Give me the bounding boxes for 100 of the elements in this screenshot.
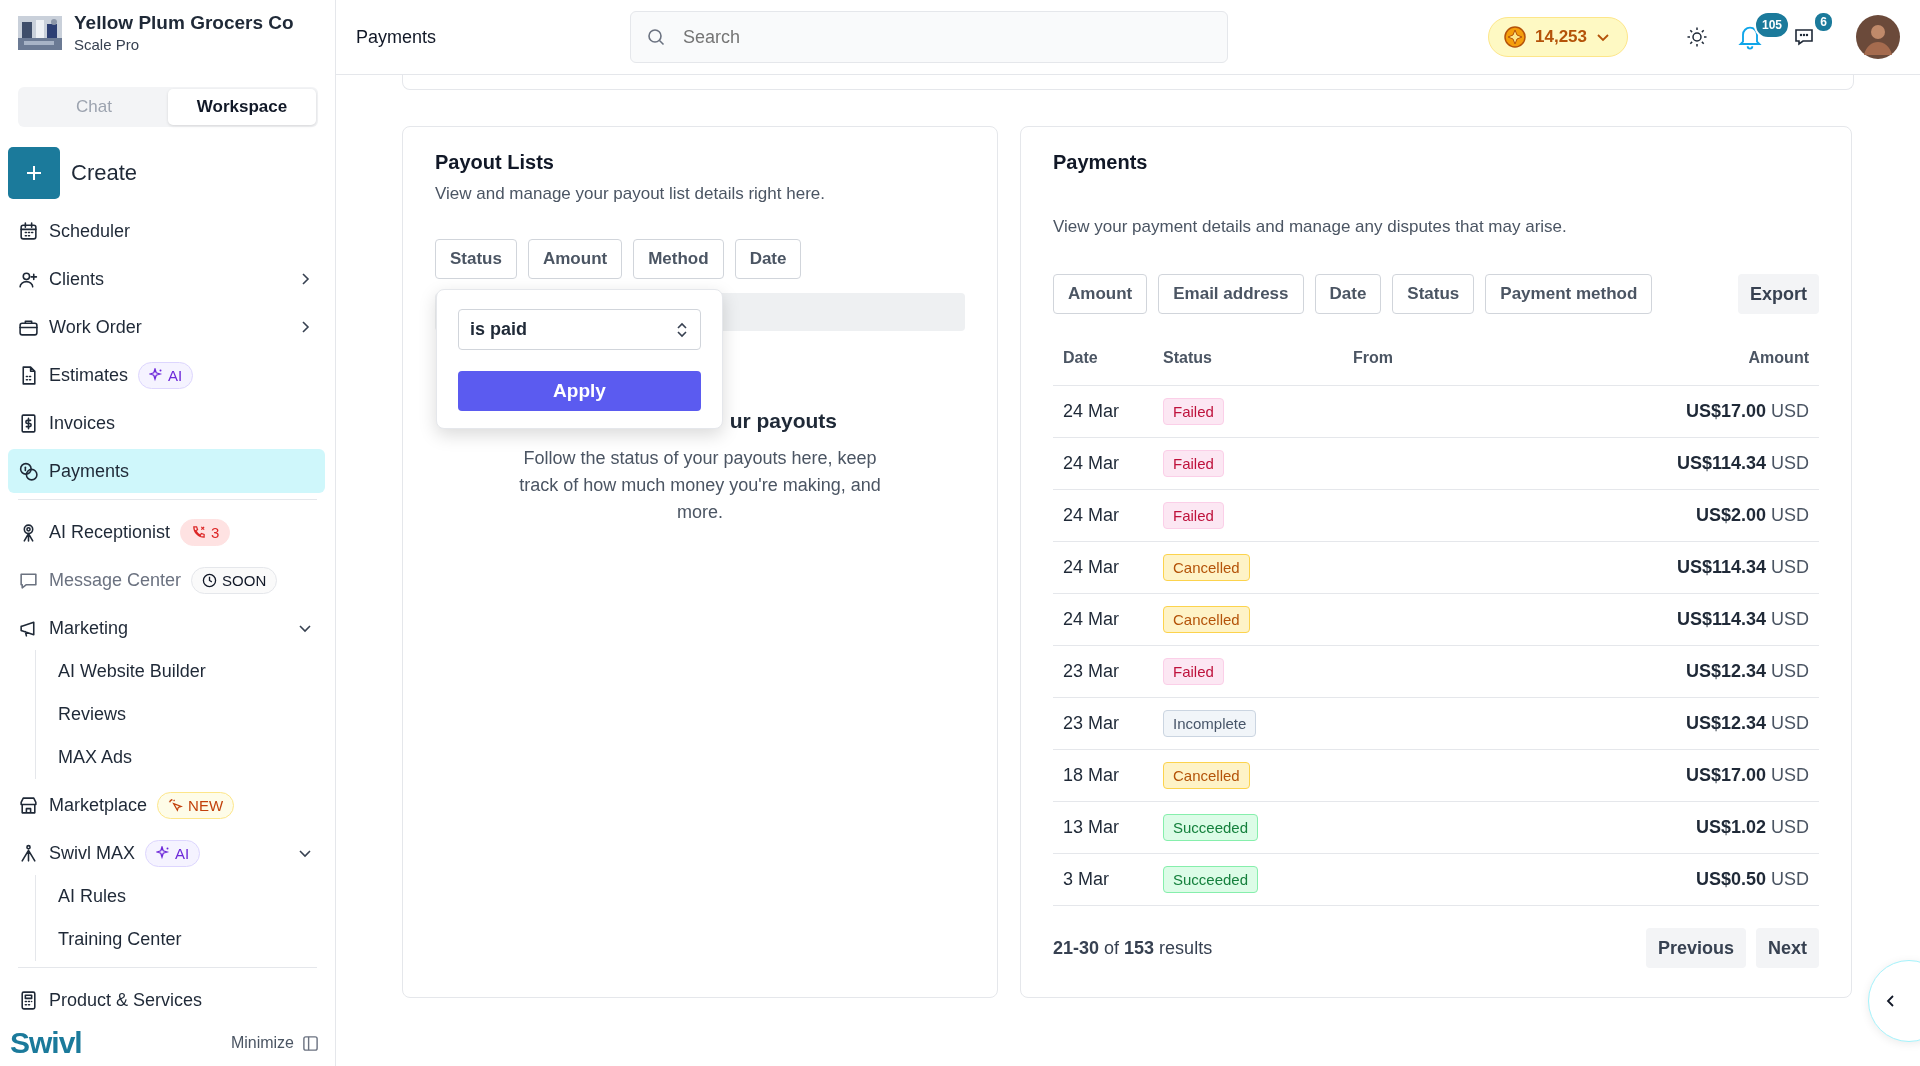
filter-button[interactable]: Date: [1314, 274, 1382, 314]
avatar[interactable]: [1856, 15, 1900, 59]
table-cell: 24 Mar: [1063, 453, 1120, 473]
filter-button[interactable]: Amount: [527, 239, 623, 279]
amount-cell: US$17.00 USD: [1685, 401, 1809, 421]
table-cell: 24 Mar: [1063, 557, 1120, 577]
amount-cell: US$114.34 USD: [1676, 557, 1809, 577]
create-label[interactable]: Create: [71, 160, 138, 186]
status-badge: Succeeded: [1163, 866, 1259, 893]
search-field[interactable]: Search: [630, 11, 1228, 63]
table-cell: 23 Mar: [1063, 661, 1120, 681]
calendar-icon: [18, 220, 39, 242]
menu-badge: AI: [145, 839, 201, 867]
column-header: From: [1343, 349, 1478, 386]
results-summary: 21-30 of 153 results: [1053, 937, 1213, 959]
table-cell: 18 Mar: [1063, 765, 1120, 785]
filter-button[interactable]: Payment method: [1485, 274, 1653, 314]
calculator-icon: [18, 989, 39, 1011]
menu-badge: SOON: [191, 566, 278, 594]
filter-button[interactable]: Status: [435, 239, 517, 279]
sun-icon: [1686, 26, 1708, 48]
status-badge: Failed: [1163, 450, 1224, 477]
amount-cell: US$114.34 USD: [1676, 453, 1809, 473]
sidebar-item[interactable]: Product & Services: [8, 978, 325, 1022]
create-button[interactable]: [8, 147, 60, 199]
status-badge: Failed: [1163, 398, 1224, 425]
brand-logo: Swivl: [10, 1026, 82, 1060]
table-cell: 24 Mar: [1063, 505, 1120, 525]
submenu-item[interactable]: AI Rules: [58, 875, 325, 918]
status-badge: Incomplete: [1163, 710, 1257, 737]
sparkle-icon: [149, 368, 164, 382]
phone-missed-icon: [191, 524, 207, 540]
sidebar-item[interactable]: Clients: [8, 257, 325, 301]
status-select[interactable]: is paid: [458, 309, 701, 350]
sidebar-item[interactable]: Invoices: [8, 401, 325, 445]
notification-count: 105: [1753, 11, 1790, 39]
submenu-item[interactable]: MAX Ads: [58, 736, 325, 779]
column-header: Date: [1053, 349, 1153, 386]
message-count: 6: [1813, 11, 1834, 33]
table-cell: 13 Mar: [1063, 817, 1120, 837]
sidebar-item[interactable]: AI Receptionist 3: [8, 510, 325, 554]
sidebar-item[interactable]: Estimates AI: [8, 353, 325, 397]
amount-cell: US$17.00 USD: [1685, 765, 1809, 785]
table-cell: 23 Mar: [1063, 713, 1120, 733]
filter-button[interactable]: Amount: [1053, 274, 1148, 314]
status-badge: Cancelled: [1163, 606, 1250, 633]
filter-button[interactable]: Date: [734, 239, 802, 279]
previous-button[interactable]: Previous: [1645, 928, 1746, 968]
mode-tab[interactable]: Workspace: [168, 89, 316, 125]
dollar-document-icon: [18, 412, 39, 434]
sidebar-item[interactable]: Payments: [8, 449, 325, 493]
sidebar-panel-icon: [302, 1034, 319, 1052]
submenu-item[interactable]: Training Center: [58, 918, 325, 961]
amount-cell: US$2.00 USD: [1695, 505, 1809, 525]
sidebar-item[interactable]: Work Order: [8, 305, 325, 349]
status-badge: Failed: [1163, 502, 1224, 529]
sort-arrows-icon: [675, 320, 689, 339]
sidebar-item[interactable]: Scheduler: [8, 209, 325, 253]
store-icon: [18, 794, 39, 816]
amount-cell: US$12.34 USD: [1685, 661, 1809, 681]
plan-name: Scale Pro: [74, 36, 141, 53]
table-cell: 24 Mar: [1063, 401, 1120, 421]
amount-cell: US$1.02 USD: [1695, 817, 1809, 837]
menu-badge: 3: [180, 518, 231, 546]
plus-icon: [25, 164, 43, 182]
card-subtitle: View and manage your payout list details right here.: [435, 184, 826, 204]
next-button[interactable]: Next: [1756, 928, 1819, 968]
filter-button[interactable]: Method: [633, 239, 724, 279]
sidebar-item[interactable]: Swivl MAX AI: [8, 831, 325, 875]
empty-state-heading: ur payouts: [729, 409, 837, 433]
table-cell: 3 Mar: [1063, 869, 1109, 889]
submenu-item[interactable]: Reviews: [58, 693, 325, 736]
coins-button[interactable]: 14,253: [1488, 17, 1628, 57]
status-badge: Succeeded: [1163, 814, 1259, 841]
sidebar-item[interactable]: Marketing: [8, 606, 325, 650]
filter-button[interactable]: Email address: [1158, 274, 1304, 314]
coins-icon: [18, 460, 39, 482]
column-header: Amount: [1477, 349, 1819, 386]
filter-button[interactable]: Status: [1392, 274, 1475, 314]
apply-button[interactable]: Apply: [458, 371, 701, 411]
organization-name: Yellow Plum Grocers Co: [74, 12, 294, 34]
sparkle-icon: [156, 846, 170, 860]
empty-state-text: Follow the status of your payouts here, keep track of how much money you're making, and more.: [518, 447, 882, 524]
theme-toggle[interactable]: [1686, 26, 1708, 48]
export-button[interactable]: Export: [1738, 274, 1819, 314]
amount-cell: US$0.50 USD: [1695, 869, 1809, 889]
status-badge: Cancelled: [1163, 762, 1250, 789]
status-badge: Failed: [1163, 658, 1224, 685]
amount-cell: US$114.34 USD: [1676, 609, 1809, 629]
submenu-item[interactable]: AI Website Builder: [58, 650, 325, 693]
card-title: Payout Lists: [435, 151, 555, 174]
cursor-click-icon: [168, 797, 184, 813]
menu-badge: AI: [138, 361, 194, 389]
minimize-button[interactable]: Minimize: [224, 1033, 325, 1053]
column-header: Status: [1153, 349, 1343, 386]
status-badge: Cancelled: [1163, 554, 1250, 581]
table-cell: 24 Mar: [1063, 609, 1120, 629]
sidebar-item[interactable]: Marketplace NEW: [8, 783, 325, 827]
menu-badge: NEW: [157, 791, 235, 819]
search-icon: [646, 27, 666, 47]
